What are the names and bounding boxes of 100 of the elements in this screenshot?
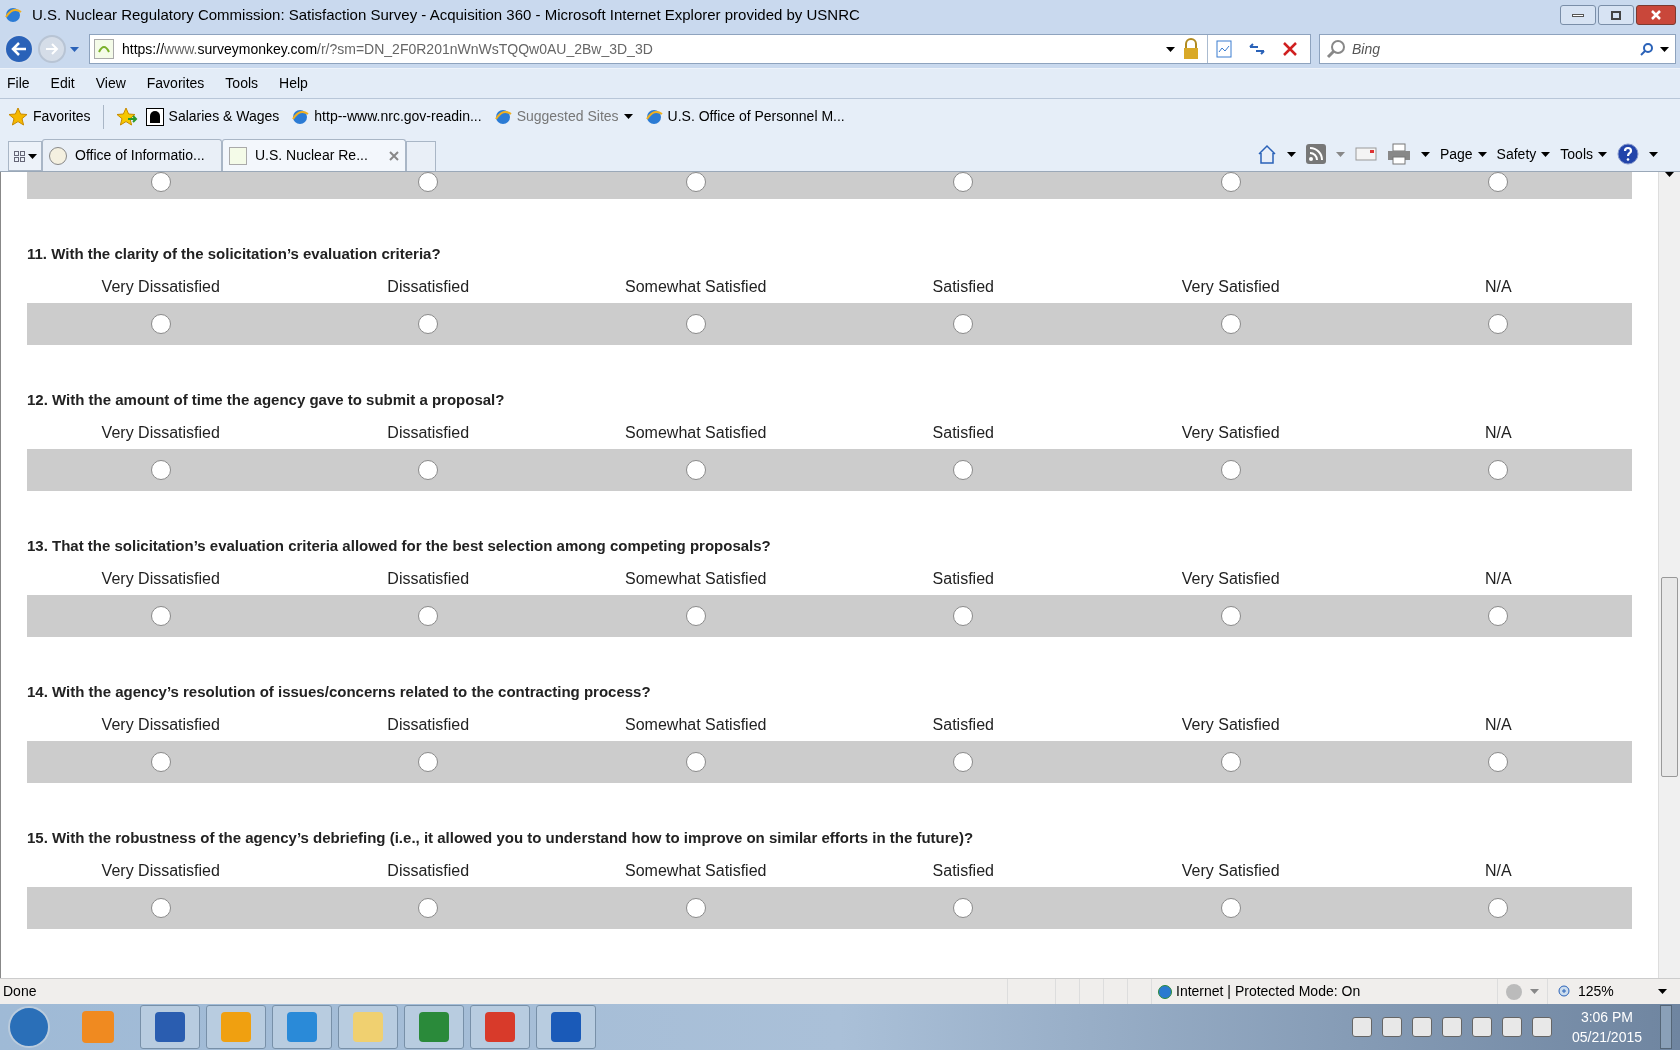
stop-icon[interactable] xyxy=(1282,41,1298,57)
scrollbar-thumb[interactable] xyxy=(1661,577,1678,777)
command-menu-button[interactable]: Tools xyxy=(1560,143,1607,165)
dropdown-caret-icon[interactable] xyxy=(1477,151,1487,157)
radio-button[interactable] xyxy=(150,606,171,626)
radio-button[interactable] xyxy=(418,898,439,918)
radio-button[interactable] xyxy=(1220,314,1241,334)
radio-button[interactable] xyxy=(1220,460,1241,480)
radio-button[interactable] xyxy=(1488,606,1509,626)
padlock-icon[interactable] xyxy=(1183,38,1199,60)
radio-button[interactable] xyxy=(418,314,439,334)
dropdown-caret-icon[interactable] xyxy=(1541,151,1551,157)
vertical-scrollbar[interactable] xyxy=(1658,172,1680,978)
favorite-link[interactable]: U.S. Office of Personnel M... xyxy=(644,106,845,127)
radio-button[interactable] xyxy=(953,606,974,626)
answer-label: Dissatisfied xyxy=(387,423,470,443)
add-favorite-star-icon[interactable] xyxy=(115,106,138,127)
start-button[interactable] xyxy=(8,1006,50,1048)
radio-button[interactable] xyxy=(1488,314,1509,334)
clock-time[interactable]: 3:06 PM xyxy=(1580,1007,1634,1027)
radio-button[interactable] xyxy=(418,752,439,772)
radio-button[interactable] xyxy=(1220,752,1241,772)
radio-button[interactable] xyxy=(685,752,706,772)
answer-label: Dissatisfied xyxy=(387,715,470,735)
back-button[interactable] xyxy=(4,34,34,64)
refresh-icon[interactable] xyxy=(1248,41,1266,57)
radio-button[interactable] xyxy=(685,460,706,480)
radio-button[interactable] xyxy=(150,752,171,772)
search-icon[interactable] xyxy=(1640,42,1654,56)
radio-button[interactable] xyxy=(150,314,171,334)
radio-button[interactable] xyxy=(1220,172,1241,192)
search-field[interactable]: Bing xyxy=(1319,34,1676,64)
search-input[interactable]: Bing xyxy=(1352,38,1634,60)
compatibility-view-icon[interactable] xyxy=(1216,40,1232,58)
radio-button[interactable] xyxy=(1488,172,1509,192)
dropdown-caret-icon[interactable] xyxy=(1286,151,1296,157)
radio-button[interactable] xyxy=(685,314,706,334)
radio-button[interactable] xyxy=(418,172,439,192)
dropdown-caret-icon[interactable] xyxy=(1660,46,1669,52)
command-menu-button[interactable]: Page xyxy=(1439,143,1487,165)
dropdown-caret-icon[interactable] xyxy=(1658,989,1667,994)
radio-button[interactable] xyxy=(418,606,439,626)
privacy-icon[interactable] xyxy=(1506,983,1522,1000)
radio-button[interactable] xyxy=(953,752,974,772)
radio-button[interactable] xyxy=(150,460,171,480)
taskbar-app-button[interactable] xyxy=(338,1005,398,1049)
help-icon[interactable] xyxy=(1617,143,1639,165)
taskbar-app-button[interactable] xyxy=(404,1005,464,1049)
close-button[interactable] xyxy=(1636,5,1676,25)
favorite-link[interactable]: http--www.nrc.gov-readin... xyxy=(291,106,482,127)
radio-button[interactable] xyxy=(1488,460,1509,480)
favorites-button[interactable]: Favorites xyxy=(8,106,91,127)
radio-button[interactable] xyxy=(685,606,706,626)
taskbar-app-button[interactable] xyxy=(536,1005,596,1049)
radio-button[interactable] xyxy=(953,898,974,918)
radio-button[interactable] xyxy=(1488,898,1509,918)
rss-feed-icon[interactable] xyxy=(1305,144,1326,164)
minimize-button[interactable] xyxy=(1560,5,1596,25)
printer-icon[interactable] xyxy=(1386,143,1411,165)
radio-button[interactable] xyxy=(150,172,171,192)
favorite-link[interactable]: Salaries & Wages xyxy=(145,106,280,127)
menu-item[interactable]: Favorites xyxy=(143,73,208,94)
menu-item[interactable]: View xyxy=(92,73,129,94)
dropdown-caret-icon[interactable] xyxy=(1166,46,1175,52)
new-tab-button[interactable] xyxy=(406,141,436,171)
mail-icon[interactable] xyxy=(1354,147,1377,161)
radio-button[interactable] xyxy=(685,172,706,192)
clock-date[interactable]: 05/21/2015 xyxy=(1571,1027,1642,1047)
dropdown-caret-icon[interactable] xyxy=(1420,151,1430,157)
radio-button[interactable] xyxy=(1488,752,1509,772)
close-tab-icon[interactable] xyxy=(389,150,399,161)
radio-button[interactable] xyxy=(685,898,706,918)
answer-label: Somewhat Satisfied xyxy=(625,715,767,735)
radio-button[interactable] xyxy=(1220,898,1241,918)
radio-button[interactable] xyxy=(1220,606,1241,626)
menu-item[interactable]: File xyxy=(4,73,33,94)
radio-button[interactable] xyxy=(953,314,974,334)
globe-e-icon xyxy=(4,6,22,24)
restore-button[interactable] xyxy=(1598,5,1634,25)
menu-item[interactable]: Edit xyxy=(47,73,78,94)
dropdown-caret-icon[interactable] xyxy=(27,153,37,159)
show-desktop-button[interactable] xyxy=(1660,1005,1672,1049)
browser-tab[interactable]: U.S. Nuclear Re... xyxy=(222,139,406,171)
taskbar-app-button[interactable] xyxy=(206,1005,266,1049)
address-field[interactable]: https://www.surveymonkey.com/r/?sm=DN_2F0R201nWnWsTQQw0AU_2Bw_3D_3D xyxy=(89,34,1311,64)
taskbar-app-button[interactable] xyxy=(140,1005,200,1049)
dropdown-caret-icon[interactable] xyxy=(1649,151,1658,157)
home-icon[interactable] xyxy=(1256,144,1277,164)
radio-button[interactable] xyxy=(418,460,439,480)
command-menu-button[interactable]: Safety xyxy=(1496,143,1551,165)
radio-button[interactable] xyxy=(150,898,171,918)
browser-tab[interactable]: Office of Informatio... xyxy=(42,139,222,171)
quick-tabs-button[interactable] xyxy=(8,141,42,171)
radio-button[interactable] xyxy=(953,460,974,480)
taskbar-app-button[interactable] xyxy=(272,1005,332,1049)
taskbar-app-button[interactable] xyxy=(470,1005,530,1049)
menu-item[interactable]: Tools xyxy=(222,73,262,94)
menu-item[interactable]: Help xyxy=(276,73,311,94)
radio-button[interactable] xyxy=(953,172,974,192)
dropdown-caret-icon[interactable] xyxy=(1598,151,1607,157)
